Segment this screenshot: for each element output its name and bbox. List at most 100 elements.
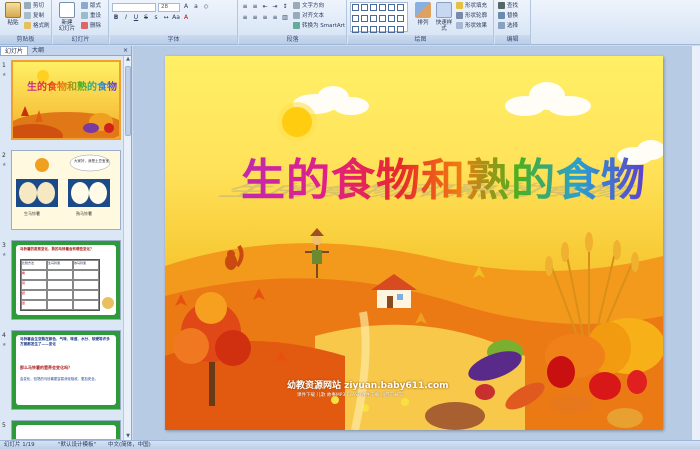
case-icon[interactable]: Aa [172, 14, 180, 22]
text-direction-button[interactable]: 文字方向 [293, 2, 324, 11]
find-button[interactable]: 查找 [498, 2, 518, 11]
slide-number: 1 [2, 62, 6, 69]
panel-scrollbar[interactable]: ▲ ▼ [123, 56, 131, 440]
italic-icon[interactable]: I [122, 14, 130, 22]
slide-thumbnail-3[interactable]: 马铃薯的蒸煮变化，熟的马铃薯会有哪些变化？ 比较方法 生马铃薯 熟马铃薯 看 闻… [11, 240, 121, 320]
layout-button[interactable]: 版式 [81, 2, 101, 11]
status-bar: 幻灯片 1/19 "默认设计模板" 中文(简体，中国) [0, 440, 700, 449]
scroll-up-icon[interactable]: ▲ [125, 56, 131, 63]
bold-icon[interactable]: B [112, 14, 120, 22]
align-right-icon[interactable]: ≡ [261, 14, 269, 22]
font-color-icon[interactable]: A [182, 14, 190, 22]
new-slide-button[interactable]: 新建 幻灯片 [55, 2, 79, 32]
thumb3-col2: 生马铃薯 [47, 260, 73, 270]
thumb3-head: 马铃薯的蒸煮变化，熟的马铃薯会有哪些变化？ [20, 247, 94, 251]
shape-fill-label: 形状填充 [465, 3, 488, 9]
thumb3-col1: 比较方法 [21, 260, 47, 270]
smartart-button[interactable]: 转换为 SmartArt [293, 22, 345, 31]
align-center-icon[interactable]: ≡ [251, 14, 259, 22]
new-slide-icon [59, 2, 75, 18]
editor-scrollbar[interactable] [691, 46, 700, 440]
slide-number: 5 [2, 422, 6, 429]
shadow-icon[interactable]: s [152, 14, 160, 22]
current-slide[interactable]: 生的食物和熟的食物 生的食物和熟的食物 幼教资源网站 ziyuan.baby61… [165, 56, 663, 430]
shape-outline-button[interactable]: 形状轮廓 [456, 12, 487, 21]
panel-scroll-thumb[interactable] [125, 66, 131, 136]
sun-icon [277, 102, 317, 142]
thumbnail-row-1[interactable]: 1 ★ 生的食物和熟的食物 [0, 60, 124, 142]
format-painter-label: 格式刷 [33, 23, 50, 29]
paragraph-group-label: 段落 [239, 35, 346, 44]
thumbnail-row-2[interactable]: 2 ★ 大家好，我是土豆宝宝 生马铃薯 熟马铃薯 [0, 150, 124, 232]
slide-thumbnail-1[interactable]: 生的食物和熟的食物 [11, 60, 121, 140]
font-group: 28 A a ◇ B I U S s ↔ Aa A 字体 [110, 0, 238, 45]
thumb1-title: 生的食物和熟的食物 [27, 78, 117, 93]
reset-button[interactable]: 重设 [81, 12, 101, 21]
line-spacing-icon[interactable]: ↕ [281, 3, 289, 11]
clipboard-group: 粘贴 剪切 复制 格式刷 剪贴板 [0, 0, 52, 45]
delete-label: 删除 [90, 23, 102, 29]
spacing-icon[interactable]: ↔ [162, 14, 170, 22]
status-slide-position: 幻灯片 1/19 [4, 442, 35, 448]
reset-icon [81, 12, 88, 19]
fill-bucket-icon [456, 2, 463, 9]
close-panel-icon[interactable]: × [123, 46, 131, 55]
quick-styles-button[interactable]: 快速样式 [434, 2, 454, 32]
font-size-select[interactable]: 28 [158, 3, 180, 12]
shape-effects-button[interactable]: 形状效果 [456, 22, 487, 31]
font-name-select[interactable] [112, 3, 156, 12]
slide-title[interactable]: 生的食物和熟的食物 [241, 144, 661, 208]
status-language[interactable]: 中文(简体，中国) [108, 441, 151, 449]
indent-increase-icon[interactable]: ⇥ [271, 3, 279, 11]
animation-star-icon: ★ [2, 162, 7, 168]
shape-fill-button[interactable]: 形状填充 [456, 2, 487, 11]
copy-label: 复制 [33, 13, 45, 19]
align-left-icon[interactable]: ≡ [241, 14, 249, 22]
thumb4-question: 那么马铃薯的营养会变化吗？ [20, 365, 72, 370]
copy-button[interactable]: 复制 [24, 12, 44, 21]
select-button[interactable]: 选择 [498, 22, 518, 31]
shapes-gallery[interactable] [350, 2, 408, 33]
thumb4-body2: 会变化，但熟的马铃薯更容易消化吸收，更加安全。 [20, 377, 98, 381]
arrange-button[interactable]: 排列 [412, 2, 434, 32]
thumb3-potato-icon [102, 297, 114, 309]
scroll-down-icon[interactable]: ▼ [125, 433, 131, 440]
indent-decrease-icon[interactable]: ⇤ [261, 3, 269, 11]
thumb3-col3: 熟马铃薯 [73, 260, 99, 270]
pen-icon [456, 12, 463, 19]
slide-thumbnail-2[interactable]: 大家好，我是土豆宝宝 生马铃薯 熟马铃薯 [11, 150, 121, 230]
paste-label: 粘贴 [7, 20, 19, 26]
justify-icon[interactable]: ≡ [271, 14, 279, 22]
bullets-icon[interactable]: ≡ [241, 3, 249, 11]
editing-group: 查找 替换 选择 编辑 [495, 0, 531, 45]
underline-icon[interactable]: U [132, 14, 140, 22]
align-text-icon [293, 12, 300, 19]
format-painter-button[interactable]: 格式刷 [24, 22, 50, 31]
tab-outline[interactable]: 大纲 [28, 46, 48, 55]
cut-button[interactable]: 剪切 [24, 2, 44, 11]
thumb3-row1: 看 [21, 270, 47, 280]
columns-icon[interactable]: ▥ [281, 14, 289, 22]
tab-slides[interactable]: 幻灯片 [0, 46, 29, 55]
align-text-button[interactable]: 对齐文本 [293, 12, 324, 21]
panel-tabs: 幻灯片 大纲 × [0, 46, 131, 56]
replace-button[interactable]: 替换 [498, 12, 518, 21]
thumb3-row3: 捏 [21, 290, 47, 300]
thumbnail-row-4[interactable]: 4 ★ 马铃薯由生变熟在颜色、气味、味道、水分、软硬等许多方面都发生了——变化 … [0, 330, 124, 412]
grow-font-icon[interactable]: A [182, 3, 190, 11]
strike-icon[interactable]: S [142, 14, 150, 22]
slide-thumbnail-4[interactable]: 马铃薯由生变熟在颜色、气味、味道、水分、软硬等许多方面都发生了——变化 那么马铃… [11, 330, 121, 410]
thumbnail-row-5[interactable]: 5 [0, 420, 124, 440]
drawing-group-label: 绘图 [348, 35, 493, 44]
slides-group: 新建 幻灯片 版式 重设 删除 幻灯片 [53, 0, 109, 45]
thumbnail-row-3[interactable]: 3 ★ 马铃薯的蒸煮变化，熟的马铃薯会有哪些变化？ 比较方法 生马铃薯 熟马铃薯… [0, 240, 124, 322]
slide-thumbnail-panel: 幻灯片 大纲 × 1 ★ 生的食物和熟的食物 2 ★ 大家好，我是土豆宝宝 生马… [0, 46, 132, 440]
slide-thumbnail-5[interactable] [11, 420, 121, 440]
delete-button[interactable]: 删除 [81, 22, 101, 31]
shape-outline-label: 形状轮廓 [465, 13, 488, 19]
shrink-font-icon[interactable]: a [192, 3, 200, 11]
numbering-icon[interactable]: ≡ [251, 3, 259, 11]
clear-format-icon[interactable]: ◇ [202, 3, 210, 11]
paste-button[interactable]: 粘贴 [2, 2, 24, 32]
drawing-group: 排列 快速样式 形状填充 形状轮廓 形状效果 绘图 [348, 0, 494, 45]
